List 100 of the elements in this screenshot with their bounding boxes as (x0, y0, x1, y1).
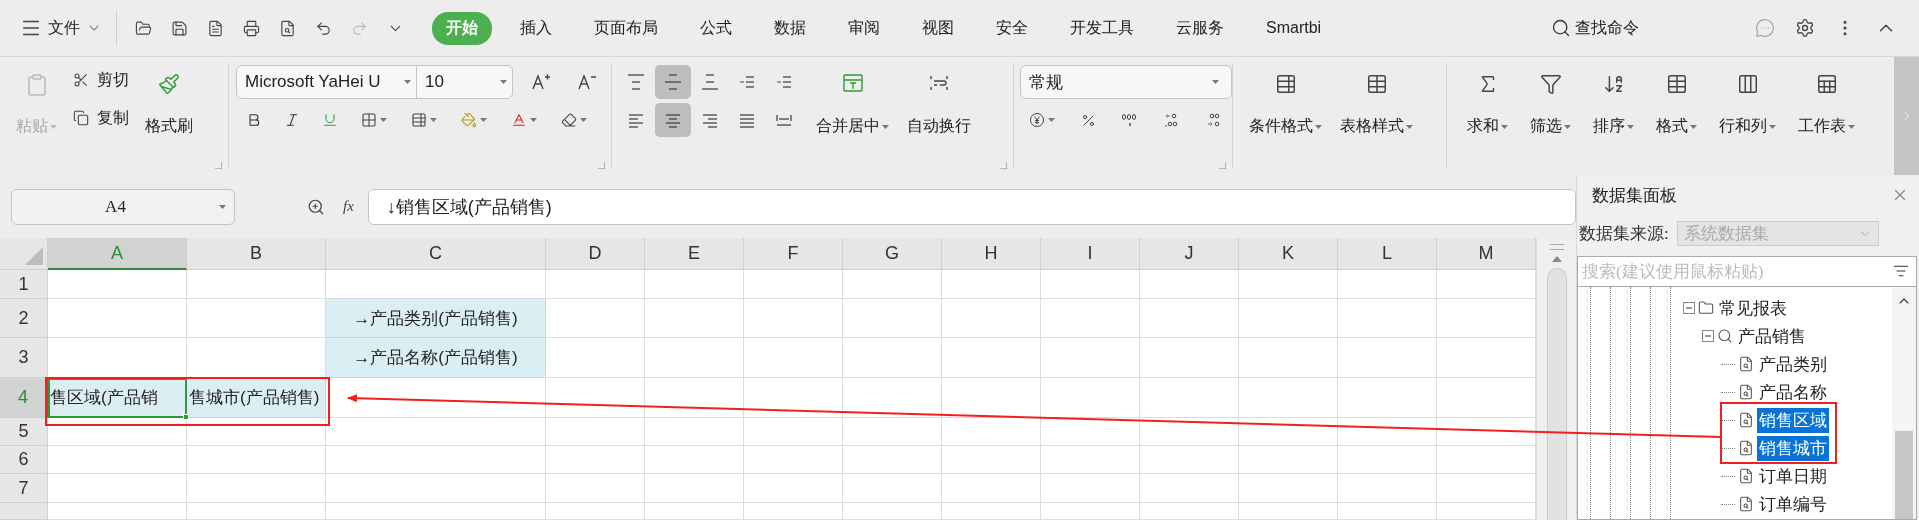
caret-icon (1048, 118, 1055, 122)
row-header[interactable]: 5 (0, 418, 48, 446)
ribbon-tab[interactable]: 开发工具 (1056, 11, 1148, 45)
zoom-icon[interactable] (307, 197, 325, 216)
caret-icon (580, 118, 587, 122)
tree-item[interactable]: 产品名称 (1757, 379, 1829, 405)
column-header[interactable]: K (1239, 238, 1338, 270)
ribbon-tab[interactable]: 安全 (982, 11, 1042, 45)
column-header[interactable]: G (843, 238, 942, 270)
undo-icon[interactable] (315, 19, 332, 37)
ribbon-tab[interactable]: Smartbi (1252, 13, 1336, 43)
tree-item[interactable]: 产品类别 (1757, 351, 1829, 377)
caret-icon (882, 124, 889, 129)
field-icon (1738, 468, 1754, 484)
table-icon (1665, 73, 1688, 95)
launcher-icon[interactable] (598, 162, 605, 169)
align-top-icon (627, 73, 645, 91)
print-icon[interactable] (243, 19, 260, 37)
toolbar-button[interactable]: 格式 (1652, 65, 1701, 141)
style-button[interactable]: 表格样式 (1336, 65, 1417, 141)
name-box[interactable]: A4 (11, 188, 235, 225)
toolbar-button[interactable]: 筛选 (1526, 65, 1575, 141)
column-header[interactable]: L (1338, 238, 1437, 270)
folder-icon (1698, 300, 1714, 316)
caret-icon (380, 118, 387, 122)
ribbon-tab[interactable]: 视图 (908, 11, 968, 45)
tree-item[interactable]: 销售区域 (1757, 407, 1829, 433)
ribbon-tab[interactable]: 数据 (760, 11, 820, 45)
collapse-icon[interactable] (1683, 302, 1695, 314)
column-header[interactable]: I (1041, 238, 1140, 270)
launcher-icon[interactable] (1000, 162, 1007, 169)
scrollbar-thumb[interactable] (1546, 268, 1567, 520)
column-header[interactable]: D (546, 238, 645, 270)
row-header[interactable]: 6 (0, 446, 48, 474)
chat-icon[interactable] (1755, 18, 1775, 38)
caret-icon (500, 80, 507, 84)
search-field[interactable]: 搜索(建议使用鼠标粘贴) (1577, 256, 1917, 287)
column-header[interactable]: C (326, 238, 546, 270)
row-header[interactable]: 3 (0, 338, 48, 378)
dataset-icon (1717, 328, 1733, 344)
copy-button[interactable]: 复制 (69, 103, 133, 133)
search-icon (1551, 18, 1572, 38)
save-icon[interactable] (171, 19, 188, 37)
tree-item[interactable]: 产品销售 (1736, 323, 1808, 349)
tree-item[interactable]: 订单编号 (1757, 491, 1829, 517)
command-search[interactable]: 查找命令 (1545, 16, 1646, 40)
row-header[interactable]: 1 (0, 270, 48, 299)
launcher-icon[interactable] (1219, 162, 1226, 169)
scrollbar-grip[interactable] (1549, 244, 1564, 250)
ribbon-tab[interactable]: 公式 (686, 11, 746, 45)
filter-icon[interactable] (1893, 263, 1909, 279)
file-menu[interactable]: 文件 (14, 13, 108, 43)
folder-icon[interactable] (135, 19, 152, 37)
function-label[interactable]: fx (343, 198, 354, 215)
format-painter-button[interactable]: 格式刷 (141, 65, 197, 141)
ribbon-tab[interactable]: 审阅 (834, 11, 894, 45)
ribbon-tab[interactable]: 插入 (506, 11, 566, 45)
brush-icon (158, 73, 180, 95)
style-button[interactable]: 条件格式 (1245, 65, 1326, 141)
row-header[interactable]: 2 (0, 299, 48, 338)
align-center-icon (664, 111, 682, 129)
merge-icon (841, 73, 864, 93)
toolbar-button[interactable]: 排序 (1589, 65, 1638, 141)
launcher-icon[interactable] (215, 162, 222, 169)
align-button[interactable] (655, 103, 691, 137)
thousands-icon (1122, 112, 1138, 128)
cut-button[interactable]: 剪切 (69, 65, 133, 95)
merge-center-button[interactable]: 合并居中 (812, 65, 893, 141)
increase-decimal-icon (1164, 112, 1180, 128)
ribbon-tab[interactable]: 云服务 (1162, 11, 1238, 45)
ribbon-tab[interactable]: 页面布局 (580, 11, 672, 45)
toolbar-button[interactable]: 工作表 (1794, 65, 1859, 141)
toolbar-button[interactable]: 行和列 (1715, 65, 1780, 141)
percent-icon (1080, 112, 1096, 128)
formula-input[interactable]: ↓销售区域(产品销售) (367, 188, 1576, 225)
column-header[interactable]: H (942, 238, 1041, 270)
column-header[interactable]: J (1140, 238, 1239, 270)
toolbar-button[interactable]: 求和 (1463, 65, 1512, 141)
tree-item[interactable]: 订单日期 (1757, 463, 1829, 489)
row-header[interactable]: 7 (0, 474, 48, 503)
tree-item[interactable]: 销售城市 (1757, 435, 1829, 461)
wrap-icon (928, 73, 950, 93)
scrollbar-thumb[interactable] (1895, 431, 1913, 519)
settings-icon[interactable] (1795, 18, 1815, 38)
document-icon[interactable] (207, 19, 224, 37)
column-header[interactable]: B (187, 238, 326, 270)
file-search-icon[interactable] (279, 19, 296, 37)
caret-icon (1406, 124, 1413, 129)
wrap-text-button[interactable]: 自动换行 (903, 65, 975, 141)
caret-icon (1848, 124, 1855, 129)
column-header[interactable]: M (1437, 238, 1536, 270)
column-header[interactable]: E (645, 238, 744, 270)
number-format-select[interactable]: 常规 (1020, 65, 1232, 99)
tree-item[interactable]: 常见报表 (1717, 295, 1789, 321)
column-header[interactable]: F (744, 238, 843, 270)
fill-handle[interactable] (183, 414, 189, 420)
caret-icon (430, 118, 437, 122)
collapse-icon[interactable] (1702, 330, 1714, 342)
font-select[interactable]: Microsoft YaHei U 10 (236, 65, 513, 99)
align-button[interactable] (655, 65, 691, 99)
